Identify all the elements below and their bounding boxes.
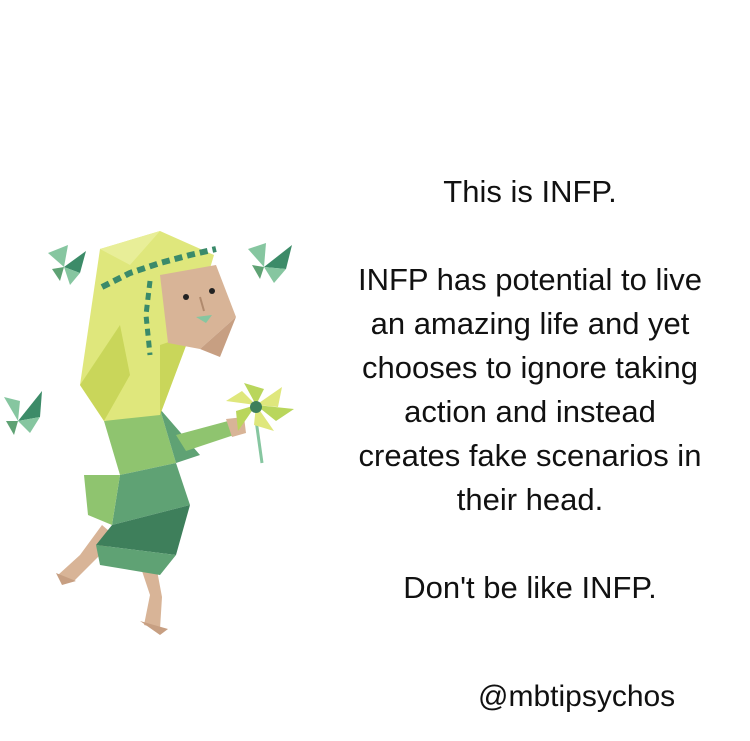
body-line: chooses to ignore taking — [361, 350, 699, 385]
body-line: INFP has potential to live — [357, 262, 703, 297]
arm — [176, 417, 246, 451]
closing-line: Don't be like INFP. — [403, 570, 657, 605]
illustration — [0, 225, 310, 645]
butterfly-icon — [248, 243, 292, 283]
account-handle: @mbtipsychos — [478, 680, 676, 713]
face — [160, 265, 236, 357]
post-canvas: This is INFP. INFP has potential to live… — [0, 0, 750, 741]
butterfly-icon — [4, 391, 42, 435]
dancing-girl-with-flower-icon — [4, 231, 294, 635]
butterfly-icon — [48, 245, 86, 285]
post-text: This is INFP. INFP has potential to live… — [320, 170, 740, 610]
body-line: creates fake scenarios in — [358, 438, 702, 473]
body-line: an amazing life and yet — [370, 306, 690, 341]
body-line: action and instead — [404, 394, 656, 429]
body-line: their head. — [456, 482, 604, 517]
title-line: This is INFP. — [443, 174, 617, 209]
